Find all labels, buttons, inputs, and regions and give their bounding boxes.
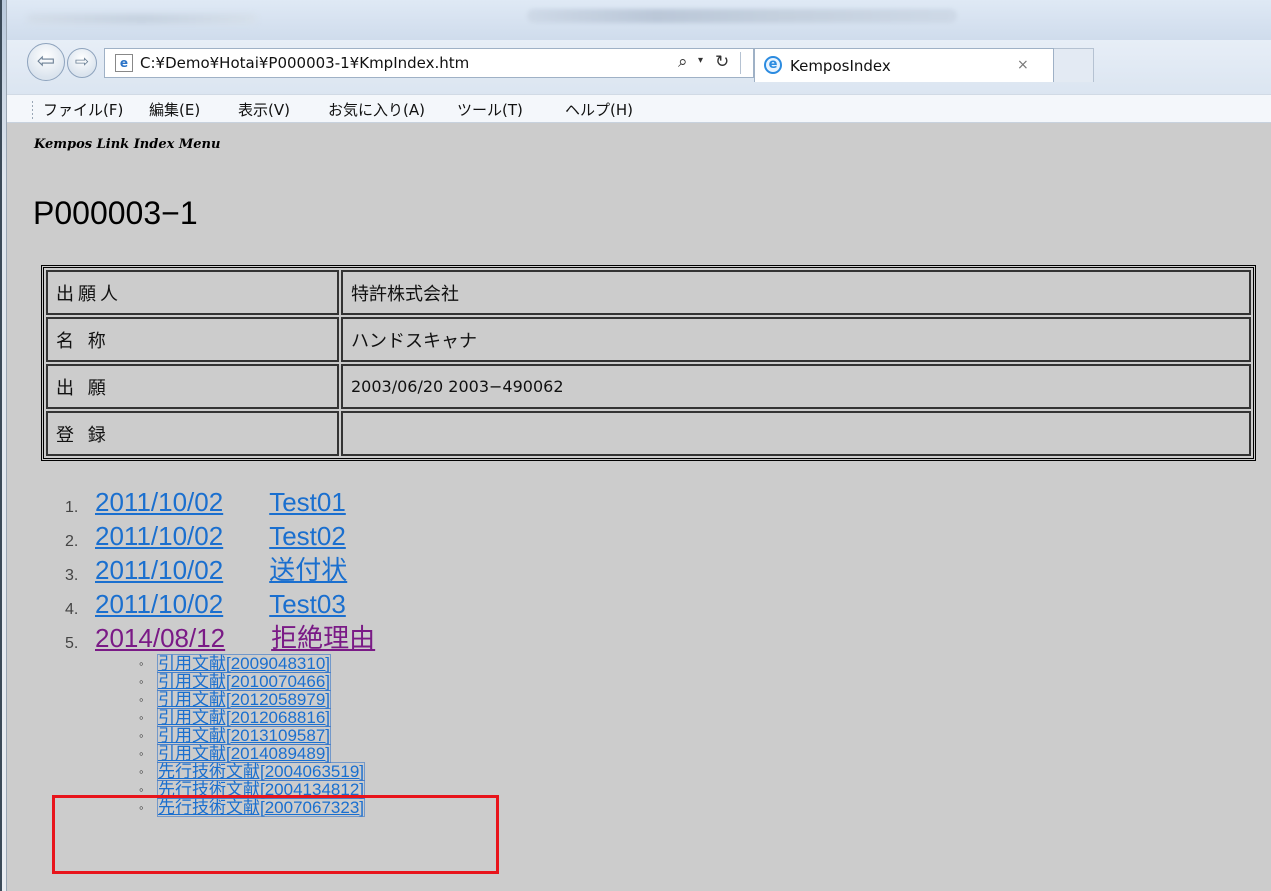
- tab-kemposindex[interactable]: e KemposIndex ×: [754, 48, 1054, 82]
- menu-item-edit[interactable]: 編集(E): [149, 99, 200, 120]
- table-label-name: 名 称: [46, 317, 339, 362]
- bullet-icon: ◦: [139, 746, 144, 761]
- citation-link[interactable]: 引用文献[2014089489]: [157, 744, 331, 763]
- list-number: 1.: [65, 499, 79, 516]
- citation-link[interactable]: 引用文献[2010070466]: [157, 672, 331, 691]
- citation-link[interactable]: 引用文献[2012068816]: [157, 708, 331, 727]
- table-label-registration: 登 録: [46, 411, 339, 456]
- table-row: 出 願 2003/06/20 2003−490062: [46, 364, 1251, 409]
- search-icon[interactable]: ⌕: [678, 52, 688, 72]
- list-number: 4.: [65, 601, 79, 618]
- document-link[interactable]: 2011/10/02 Test03: [95, 589, 346, 619]
- tab-title: KemposIndex: [790, 57, 891, 75]
- table-row: 出願人 特許株式会社: [46, 270, 1251, 315]
- address-bar[interactable]: e C:¥Demo¥Hotai¥P000003-1¥KmpIndex.htm ⌕…: [104, 48, 754, 78]
- table-value-name: ハンドスキャナ: [341, 317, 1251, 362]
- document-list: 1. 2011/10/02 Test01 2. 2011/10/02 Test02 …: [7, 485, 375, 817]
- close-icon[interactable]: ×: [1017, 57, 1029, 73]
- navigation-bar: ⇦ ⇨ e C:¥Demo¥Hotai¥P000003-1¥KmpIndex.h…: [7, 40, 1271, 94]
- document-link-visited[interactable]: 2014/08/12 拒絶理由: [95, 623, 375, 653]
- citation-item: ◦ 引用文献[2009048310]: [139, 654, 375, 673]
- address-separator: [740, 52, 741, 74]
- bullet-icon: ◦: [139, 728, 144, 743]
- table-label-filing: 出 願: [46, 364, 339, 409]
- document-link[interactable]: 2011/10/02 Test01: [95, 487, 346, 517]
- table-label-applicant: 出願人: [46, 270, 339, 315]
- title-bar-blurred-left: [27, 14, 257, 24]
- document-title: Test02: [269, 521, 346, 551]
- document-link[interactable]: 2011/10/02 送付状: [95, 555, 347, 585]
- bullet-icon: ◦: [139, 710, 144, 725]
- menu-item-tools[interactable]: ツール(T): [457, 99, 523, 120]
- document-date: 2011/10/02: [95, 487, 224, 517]
- document-title: Test03: [269, 589, 346, 619]
- menu-item-view[interactable]: 表示(V): [238, 99, 290, 120]
- bullet-icon: ◦: [139, 656, 144, 671]
- table-value-filing: 2003/06/20 2003−490062: [341, 364, 1251, 409]
- refresh-icon[interactable]: ↻: [715, 52, 729, 72]
- bullet-icon: ◦: [139, 692, 144, 707]
- citation-list: ◦ 引用文献[2009048310] ◦ 引用文献[2010070466] ◦ 引用文…: [95, 655, 375, 817]
- list-item: 3. 2011/10/02 送付状: [65, 553, 375, 587]
- bullet-icon: ◦: [139, 674, 144, 689]
- citation-item: ◦ 引用文献[2014089489]: [139, 744, 375, 763]
- page-subtitle: Kempos Link Index Menu: [34, 137, 221, 152]
- title-bar: [7, 0, 1271, 40]
- table-value-registration: [341, 411, 1251, 456]
- page-title: P000003−1: [33, 195, 198, 231]
- citation-item: ◦ 先行技術文献[2004063519]: [139, 762, 375, 781]
- citation-link[interactable]: 引用文献[2013109587]: [157, 726, 331, 745]
- document-date: 2014/08/12: [95, 623, 226, 653]
- address-text[interactable]: C:¥Demo¥Hotai¥P000003-1¥KmpIndex.htm: [140, 54, 469, 72]
- back-button[interactable]: ⇦: [27, 43, 65, 81]
- document-date: 2011/10/02: [95, 589, 224, 619]
- menu-grip-icon: [31, 100, 34, 119]
- document-title: 送付状: [269, 555, 348, 585]
- list-number: 5.: [65, 635, 79, 652]
- page-content: Kempos Link Index Menu P000003−1 出願人 特許株…: [7, 123, 1271, 891]
- citation-item: ◦ 引用文献[2013109587]: [139, 726, 375, 745]
- list-item: 2. 2011/10/02 Test02: [65, 519, 375, 553]
- menu-bar: ファイル(F) 編集(E) 表示(V) お気に入り(A) ツール(T) ヘルプ(…: [7, 94, 1271, 123]
- bullet-icon: ◦: [139, 764, 144, 779]
- menu-item-favorites[interactable]: お気に入り(A): [328, 99, 425, 120]
- forward-button[interactable]: ⇨: [67, 48, 97, 78]
- title-bar-blurred-title: [527, 9, 957, 23]
- prior-art-link[interactable]: 先行技術文献[2004063519]: [157, 762, 365, 781]
- red-highlight-box: [52, 795, 499, 874]
- list-item: 1. 2011/10/02 Test01: [65, 485, 375, 519]
- new-tab-button[interactable]: [1054, 48, 1094, 82]
- table-row: 名 称 ハンドスキャナ: [46, 317, 1251, 362]
- document-title: 拒絶理由: [271, 623, 376, 653]
- list-item: 4. 2011/10/02 Test03: [65, 587, 375, 621]
- menu-item-help[interactable]: ヘルプ(H): [565, 99, 633, 120]
- internet-explorer-icon: e: [764, 56, 782, 74]
- table-row: 登 録: [46, 411, 1251, 456]
- table-value-applicant: 特許株式会社: [341, 270, 1251, 315]
- application-info-table: 出願人 特許株式会社 名 称 ハンドスキャナ 出 願 2003/06/20 20…: [41, 265, 1256, 461]
- menu-item-file[interactable]: ファイル(F): [43, 99, 123, 120]
- window-left-edge: [0, 0, 7, 891]
- forward-arrow-icon: ⇨: [74, 52, 90, 72]
- list-number: 2.: [65, 533, 79, 550]
- list-item: 5. 2014/08/12 拒絶理由 ◦ 引用文献[2009048310] ◦ 引用文…: [65, 621, 375, 817]
- page-icon: e: [115, 54, 133, 72]
- citation-item: ◦ 引用文献[2012058979]: [139, 690, 375, 709]
- chevron-down-icon[interactable]: ▾: [698, 55, 703, 66]
- document-date: 2011/10/02: [95, 521, 224, 551]
- citation-link[interactable]: 引用文献[2012058979]: [157, 690, 331, 709]
- list-number: 3.: [65, 567, 79, 584]
- citation-item: ◦ 引用文献[2012068816]: [139, 708, 375, 727]
- back-arrow-icon: ⇦: [36, 49, 56, 74]
- citation-item: ◦ 引用文献[2010070466]: [139, 672, 375, 691]
- document-title: Test01: [269, 487, 346, 517]
- document-link[interactable]: 2011/10/02 Test02: [95, 521, 346, 551]
- document-date: 2011/10/02: [95, 555, 224, 585]
- citation-link[interactable]: 引用文献[2009048310]: [157, 654, 331, 673]
